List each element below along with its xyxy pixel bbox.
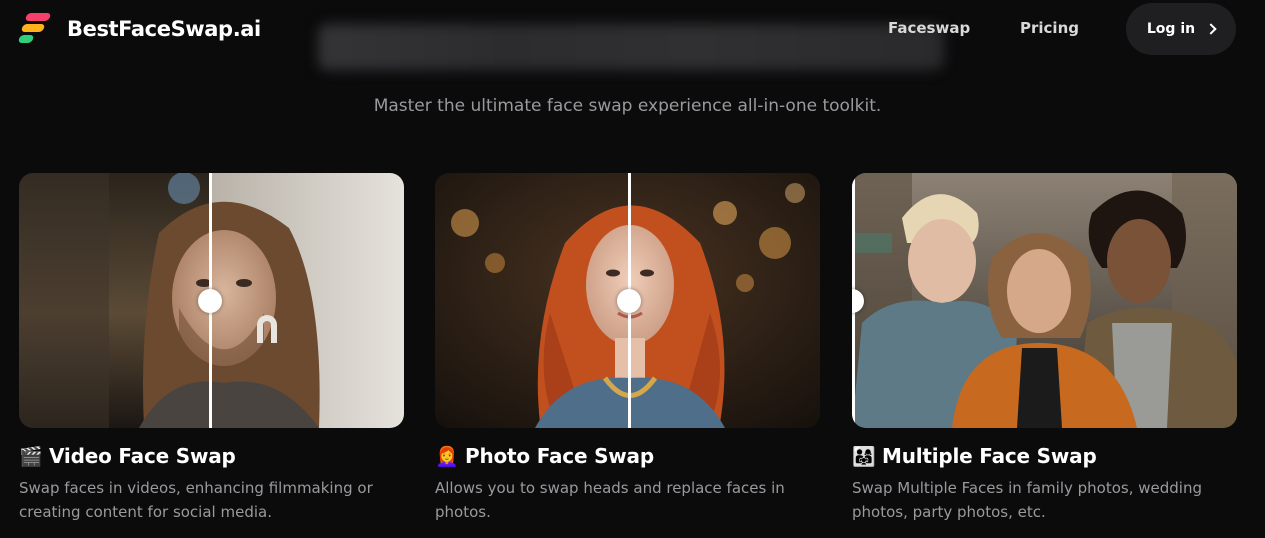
video-swap-comparison-image[interactable]	[19, 173, 404, 428]
card-description: Swap Multiple Faces in family photos, we…	[852, 479, 1202, 521]
login-label: Log in	[1146, 21, 1196, 37]
photo-swap-comparison-image[interactable]	[435, 173, 820, 428]
nav-faceswap-link[interactable]: Faceswap	[888, 19, 970, 37]
red-haired-woman-icon: 👩‍🦰	[435, 445, 459, 468]
card-title-text: Video Face Swap	[49, 444, 236, 468]
card-multiple-face-swap[interactable]: 👨‍👩‍👧 Multiple Face Swap Swap Multiple F…	[852, 173, 1237, 524]
clapperboard-icon: 🎬	[19, 445, 43, 468]
brand-logo[interactable]: BestFaceSwap.ai	[17, 12, 261, 46]
nav-pricing-link[interactable]: Pricing	[1020, 19, 1079, 37]
card-title: 👨‍👩‍👧 Multiple Face Swap	[852, 444, 1237, 468]
chevron-right-icon	[1205, 23, 1217, 35]
login-button[interactable]: Log in	[1126, 3, 1236, 55]
hero-tagline: Master the ultimate face swap experience…	[373, 96, 882, 116]
card-title-text: Photo Face Swap	[465, 444, 654, 468]
comparison-slider-handle[interactable]	[198, 289, 222, 313]
logo-icon	[17, 12, 52, 46]
page: BestFaceSwap.ai Faceswap Pricing Log in …	[0, 0, 1265, 538]
family-icon: 👨‍👩‍👧	[852, 445, 876, 468]
card-description: Allows you to swap heads and replace fac…	[435, 479, 785, 521]
card-photo-face-swap[interactable]: 👩‍🦰 Photo Face Swap Allows you to swap h…	[435, 173, 820, 524]
blurred-banner	[318, 24, 944, 70]
card-title: 👩‍🦰 Photo Face Swap	[435, 444, 820, 468]
card-title-text: Multiple Face Swap	[882, 444, 1097, 468]
card-title: 🎬 Video Face Swap	[19, 444, 404, 468]
comparison-slider-handle[interactable]	[617, 289, 641, 313]
multiple-swap-comparison-image[interactable]	[852, 173, 1237, 428]
card-video-face-swap[interactable]: 🎬 Video Face Swap Swap faces in videos, …	[19, 173, 404, 524]
card-description: Swap faces in videos, enhancing filmmaki…	[19, 479, 373, 521]
brand-name: BestFaceSwap.ai	[67, 17, 261, 41]
